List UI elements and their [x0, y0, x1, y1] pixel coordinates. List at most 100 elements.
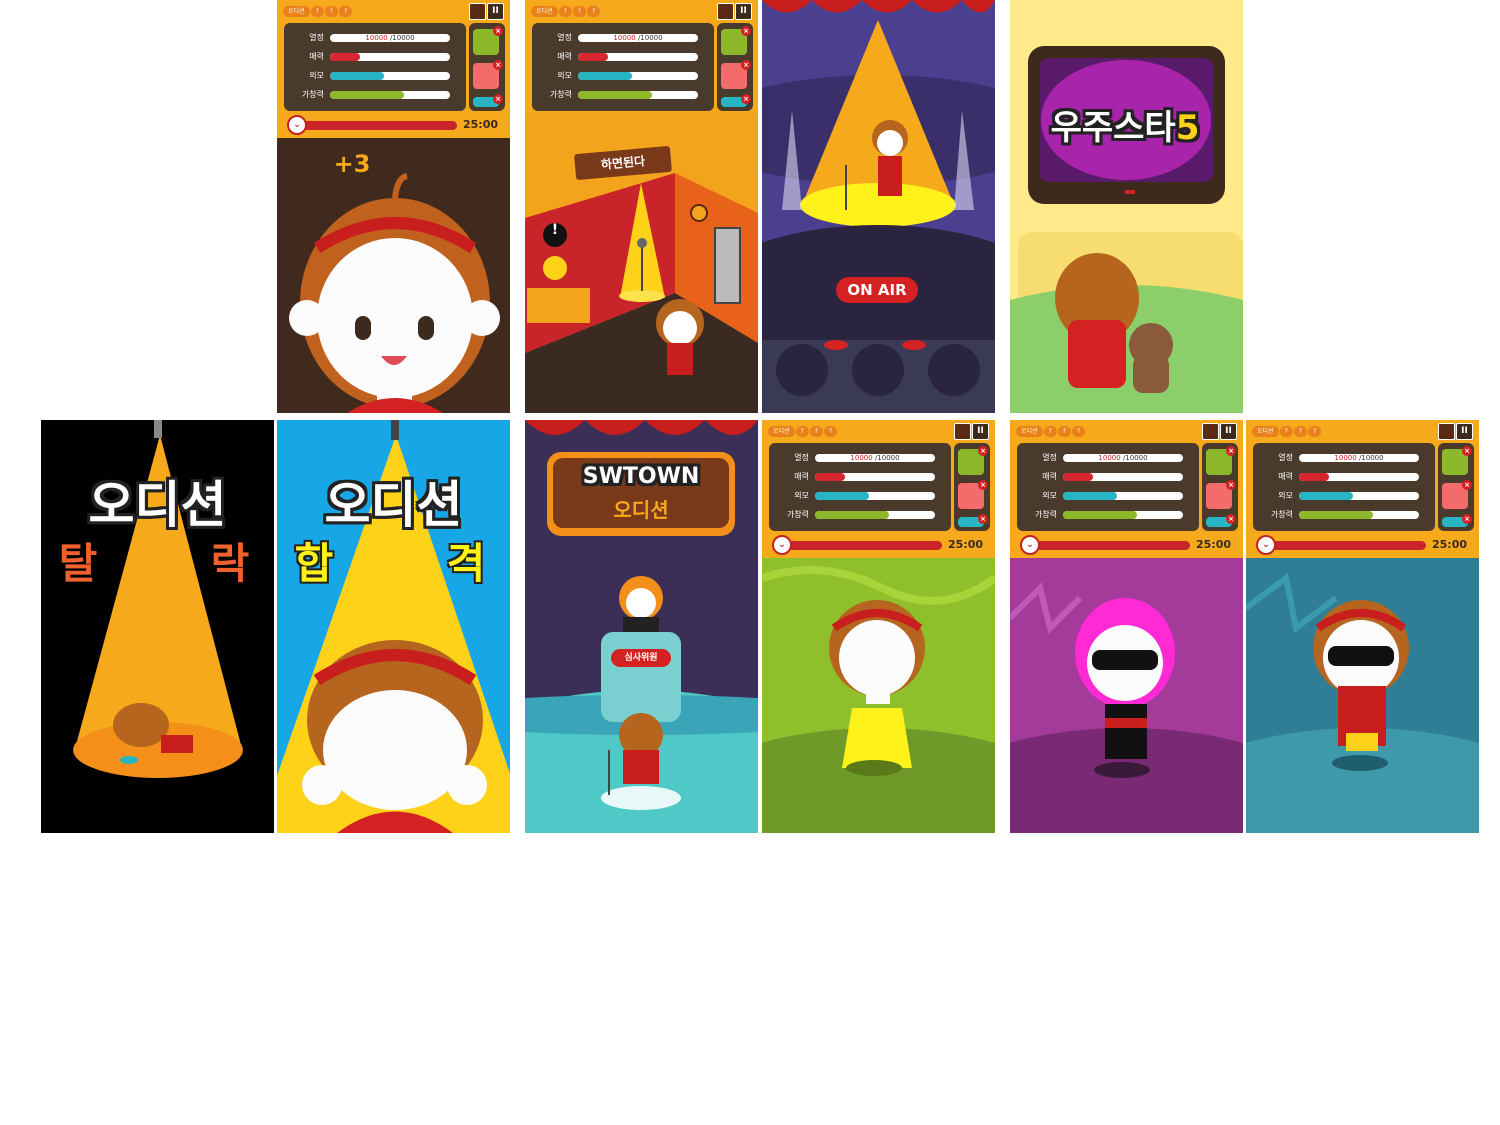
- stat-label: 외모: [557, 71, 572, 80]
- lipstick-icon[interactable]: ×: [473, 26, 503, 55]
- close-icon[interactable]: ×: [1226, 514, 1236, 524]
- close-icon[interactable]: ×: [493, 26, 503, 36]
- close-icon[interactable]: ×: [1226, 480, 1236, 490]
- close-icon[interactable]: ×: [978, 514, 988, 524]
- stat-label: 외모: [794, 491, 809, 500]
- swtown-sign-title: SWTOWN: [582, 464, 700, 489]
- mirror-icon[interactable]: ×: [721, 60, 751, 89]
- progress-tab[interactable]: 오디션: [1016, 426, 1043, 437]
- pause-button[interactable]: II: [972, 423, 989, 440]
- fail-title: 오디션: [88, 476, 227, 534]
- progress-tab[interactable]: 오디션: [283, 6, 310, 17]
- microphone-icon[interactable]: ×: [1206, 514, 1236, 527]
- pause-button[interactable]: II: [735, 3, 752, 20]
- close-icon[interactable]: ×: [978, 446, 988, 456]
- lipstick-icon[interactable]: ×: [958, 446, 988, 475]
- progress-tab[interactable]: ?: [572, 6, 586, 17]
- pass-right-char: 격: [446, 539, 486, 588]
- item-slots: × × ×: [954, 443, 990, 531]
- progress-tab[interactable]: ?: [310, 6, 324, 17]
- mirror-icon[interactable]: ×: [473, 60, 503, 89]
- stat-label: 매력: [1278, 472, 1293, 481]
- microphone-icon[interactable]: ×: [473, 94, 503, 107]
- pause-button[interactable]: II: [487, 3, 504, 20]
- close-icon[interactable]: ×: [1462, 446, 1472, 456]
- stat-row-looks: 외모: [1259, 489, 1429, 503]
- tv-watching-screen: 우주스타5: [1010, 0, 1243, 413]
- progress-tab[interactable]: ?: [1057, 426, 1071, 437]
- progress-tab[interactable]: ?: [1043, 426, 1057, 437]
- progress-tab[interactable]: ?: [795, 426, 809, 437]
- microphone-icon[interactable]: ×: [958, 514, 988, 527]
- pause-button[interactable]: II: [1456, 423, 1473, 440]
- close-icon[interactable]: ×: [978, 480, 988, 490]
- book-icon[interactable]: [1438, 423, 1455, 440]
- progress-tab[interactable]: ?: [809, 426, 823, 437]
- close-icon[interactable]: ×: [1462, 480, 1472, 490]
- mirror-icon[interactable]: ×: [958, 480, 988, 509]
- close-icon[interactable]: ×: [493, 60, 503, 70]
- progress-tab[interactable]: 오디션: [1252, 426, 1279, 437]
- progress-tab[interactable]: ?: [1293, 426, 1307, 437]
- timer: ⌄ 25:00: [287, 115, 501, 135]
- microphone-icon[interactable]: ×: [721, 94, 751, 107]
- book-icon[interactable]: [717, 3, 734, 20]
- progress-tab[interactable]: 오디션: [531, 6, 558, 17]
- close-icon[interactable]: ×: [741, 26, 751, 36]
- living-room-illustration: [1010, 0, 1243, 413]
- stat-bar: [578, 53, 698, 61]
- judge-label-text: 심사위원: [624, 653, 658, 663]
- singing-game-screen-teal: 오디션 ? ? ? II 열정 10000 /10000 매력 외모 가창력 ×…: [1246, 420, 1479, 833]
- game-hud: 오디션 ? ? ? II 열정 10000 /10000 매력 외모 가창력 ×…: [277, 0, 510, 138]
- stat-label: 열정: [309, 33, 324, 42]
- stat-bar: [1063, 473, 1183, 481]
- singer-teal-illustration: [1246, 558, 1479, 833]
- progress-tab[interactable]: ?: [1307, 426, 1322, 437]
- progress-tab[interactable]: ?: [586, 6, 601, 17]
- stat-label: 열정: [1042, 453, 1057, 462]
- stat-row-passion: 열정 10000 /10000: [538, 31, 708, 45]
- timer: ⌄ 25:00: [772, 535, 986, 555]
- progress-tab[interactable]: ?: [1279, 426, 1293, 437]
- pause-button[interactable]: II: [1220, 423, 1237, 440]
- microphone-icon[interactable]: ×: [1442, 514, 1472, 527]
- progress-tab[interactable]: ?: [324, 6, 338, 17]
- mirror-icon[interactable]: ×: [1206, 480, 1236, 509]
- girl-face-illustration: [289, 173, 500, 413]
- stat-bar: [578, 91, 698, 99]
- stat-row-singing: 가창력: [1259, 508, 1429, 522]
- lipstick-icon[interactable]: ×: [721, 26, 751, 55]
- stat-label: 매력: [309, 52, 324, 61]
- stat-label: 가창력: [301, 90, 324, 99]
- book-icon[interactable]: [469, 3, 486, 20]
- progress-tab[interactable]: ?: [823, 426, 838, 437]
- progress-tab[interactable]: 오디션: [768, 426, 795, 437]
- lipstick-icon[interactable]: ×: [1206, 446, 1236, 475]
- stat-bar: [578, 72, 698, 80]
- mirror-icon[interactable]: ×: [1442, 480, 1472, 509]
- lipstick-icon[interactable]: ×: [1442, 446, 1472, 475]
- timer-bar: [1272, 541, 1426, 550]
- singing-game-screen-purple: 오디션 ? ? ? II 열정 10000 /10000 매력 외모 가창력 ×…: [1010, 420, 1243, 833]
- progress-tab[interactable]: ?: [338, 6, 353, 17]
- close-icon[interactable]: ×: [493, 94, 503, 104]
- close-icon[interactable]: ×: [1462, 514, 1472, 524]
- stat-row-looks: 외모: [538, 69, 708, 83]
- close-icon[interactable]: ×: [1226, 446, 1236, 456]
- progress-tab[interactable]: ?: [558, 6, 572, 17]
- stat-label: 가창력: [786, 510, 809, 519]
- stat-label: 매력: [794, 472, 809, 481]
- stat-row-looks: 외모: [290, 69, 460, 83]
- stat-row-passion: 열정 10000 /10000: [290, 31, 460, 45]
- stat-row-passion: 열정 10000 /10000: [775, 451, 945, 465]
- alert-icon[interactable]: !: [543, 222, 567, 238]
- book-icon[interactable]: [954, 423, 971, 440]
- game-hud: 오디션 ? ? ? II 열정 10000 /10000 매력 외모 가창력 ×…: [762, 420, 995, 558]
- close-icon[interactable]: ×: [741, 94, 751, 104]
- stat-row-charm: 매력: [538, 50, 708, 64]
- book-icon[interactable]: [1202, 423, 1219, 440]
- stat-label: 가창력: [1034, 510, 1057, 519]
- close-icon[interactable]: ×: [741, 60, 751, 70]
- progress-tab[interactable]: ?: [1071, 426, 1086, 437]
- stat-bar: [1299, 492, 1419, 500]
